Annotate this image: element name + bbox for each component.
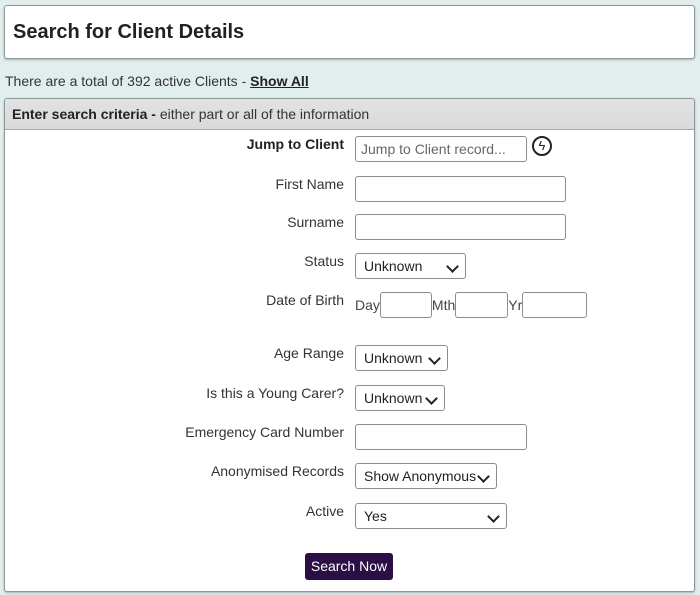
age-range-select[interactable]: Unknown — [355, 345, 448, 371]
search-now-button[interactable]: Search Now — [305, 553, 393, 580]
anonymised-select[interactable]: Show Anonymous — [355, 463, 497, 489]
lightning-icon[interactable]: ϟ — [532, 136, 552, 156]
dob-month-label: Mth — [431, 297, 456, 313]
search-panel: Enter search criteria - either part or a… — [4, 98, 695, 592]
chevron-down-icon — [425, 392, 438, 405]
jump-to-client-input[interactable] — [355, 136, 527, 162]
young-carer-value: Unknown — [364, 390, 423, 406]
dob-fields: Day Mth Yr — [355, 292, 588, 318]
active-label: Active — [305, 503, 344, 519]
age-range-row: Age Range Unknown — [5, 345, 694, 371]
active-row: Active Yes — [5, 503, 694, 529]
panel-heading-text: either part or all of the information — [155, 106, 370, 122]
show-all-link[interactable]: Show All — [250, 73, 309, 89]
chevron-down-icon — [428, 352, 441, 365]
client-summary: There are a total of 392 active Clients … — [5, 73, 309, 89]
dob-label: Date of Birth — [266, 292, 344, 308]
summary-text: There are a total of 392 active Clients … — [5, 73, 251, 89]
jump-label: Jump to Client — [246, 136, 344, 152]
chevron-down-icon — [477, 470, 490, 483]
emergency-card-input[interactable] — [355, 424, 527, 450]
first-name-label: First Name — [275, 176, 344, 192]
emergency-card-label: Emergency Card Number — [185, 424, 344, 440]
dob-day-label: Day — [355, 297, 380, 313]
status-value: Unknown — [364, 258, 423, 274]
dob-month-input[interactable] — [455, 292, 509, 318]
age-range-label: Age Range — [273, 345, 344, 361]
page-title: Search for Client Details — [13, 21, 245, 43]
chevron-down-icon — [487, 510, 500, 523]
active-value: Yes — [364, 508, 387, 524]
young-carer-label: Is this a Young Carer? — [206, 385, 344, 401]
anonymised-row: Anonymised Records Show Anonymous — [5, 463, 694, 489]
active-select[interactable]: Yes — [355, 503, 507, 529]
young-carer-select[interactable]: Unknown — [355, 385, 445, 411]
first-name-input[interactable] — [355, 176, 566, 202]
young-carer-row: Is this a Young Carer? Unknown — [5, 385, 694, 411]
surname-label: Surname — [287, 214, 344, 230]
status-row: Status Unknown — [5, 253, 694, 279]
panel-heading: Enter search criteria - either part or a… — [5, 99, 694, 130]
dob-day-input[interactable] — [379, 292, 432, 318]
anonymised-label: Anonymised Records — [210, 463, 344, 479]
dob-year-input[interactable] — [522, 292, 588, 318]
status-select[interactable]: Unknown — [355, 253, 466, 279]
surname-input[interactable] — [355, 214, 566, 240]
status-label: Status — [304, 253, 344, 269]
chevron-down-icon — [446, 260, 459, 273]
panel-heading-bold: Enter search criteria - — [12, 106, 156, 122]
age-range-value: Unknown — [364, 350, 423, 366]
anonymised-value: Show Anonymous — [364, 468, 477, 484]
title-box: Search for Client Details — [4, 5, 695, 59]
dob-year-label: Yr — [508, 297, 523, 313]
